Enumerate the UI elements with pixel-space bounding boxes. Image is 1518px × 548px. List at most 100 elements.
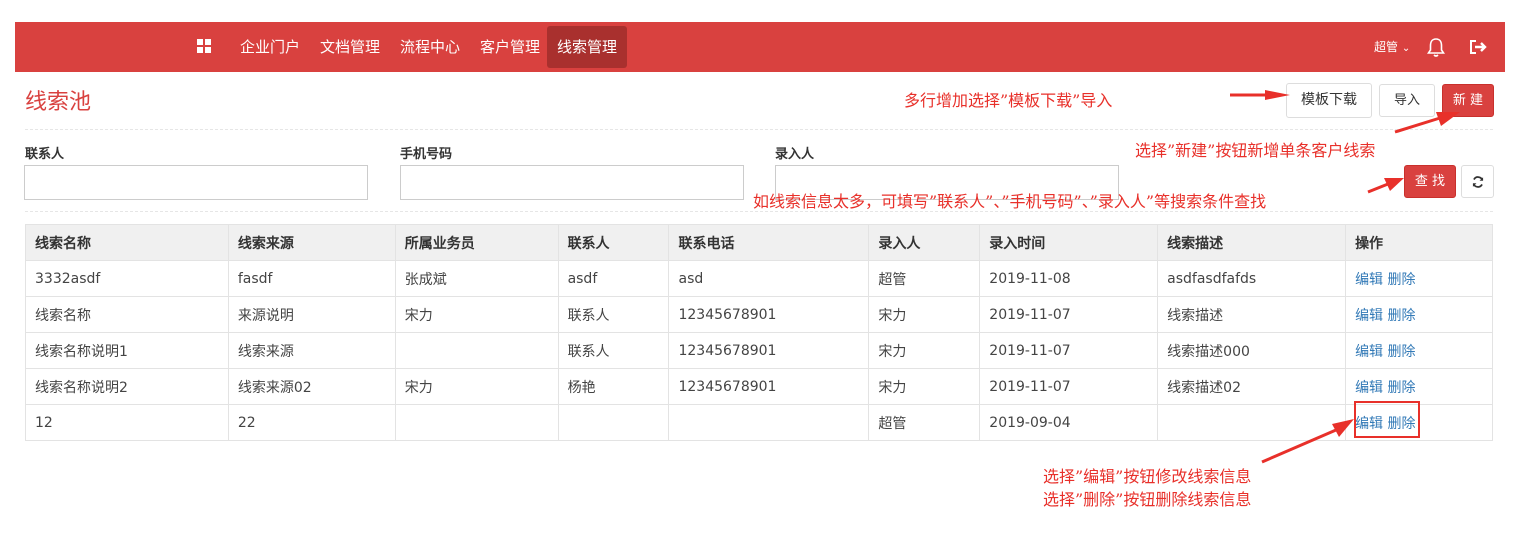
cell-description: 线索描述02 <box>1157 368 1347 405</box>
edit-link[interactable]: 编辑 <box>1355 308 1383 324</box>
cell-salesperson: 宋力 <box>394 368 559 405</box>
annotation-new: 选择”新建”按钮新增单条客户线索 <box>1135 141 1376 160</box>
cell-phone: 12345678901 <box>668 296 870 333</box>
cell-contact: 联系人 <box>557 296 670 333</box>
cell-actions: 编辑 删除 <box>1345 332 1493 369</box>
cell-source: 22 <box>227 404 396 441</box>
cell-source: fasdf <box>227 260 396 297</box>
cell-contact <box>557 404 670 441</box>
search-button[interactable]: 查 找 <box>1404 165 1456 198</box>
cell-actions: 编辑 删除 <box>1345 368 1493 405</box>
edit-link[interactable]: 编辑 <box>1355 344 1383 360</box>
creator-label: 录入人 <box>775 147 815 162</box>
highlight-box <box>1354 401 1420 438</box>
edit-link[interactable]: 编辑 <box>1355 380 1383 396</box>
grid-icon[interactable] <box>197 39 211 53</box>
nav-item-leads[interactable]: 线索管理 <box>547 26 628 68</box>
logout-icon[interactable] <box>1467 36 1489 58</box>
cell-creator: 宋力 <box>868 296 981 333</box>
nav-item-portal[interactable]: 企业门户 <box>230 26 310 68</box>
cell-salesperson <box>394 404 559 441</box>
cell-description: 线索描述000 <box>1157 332 1347 369</box>
cell-salesperson: 宋力 <box>394 296 559 333</box>
column-header[interactable]: 线索名称 <box>25 224 229 261</box>
table-row: 线索名称 来源说明 宋力 联系人 12345678901 宋力 2019-11-… <box>25 296 1493 333</box>
cell-name: 线索名称 <box>25 296 229 333</box>
column-header[interactable]: 录入人 <box>868 224 981 261</box>
nav-item-workflow[interactable]: 流程中心 <box>390 26 470 68</box>
delete-link[interactable]: 删除 <box>1388 344 1416 360</box>
cell-created-date: 2019-11-07 <box>979 296 1159 333</box>
cell-creator: 宋力 <box>868 368 981 405</box>
template-download-button[interactable]: 模板下载 <box>1286 83 1372 118</box>
nav-item-customers[interactable]: 客户管理 <box>470 26 550 68</box>
cell-contact: 联系人 <box>557 332 670 369</box>
column-header[interactable]: 所属业务员 <box>394 224 559 261</box>
cell-actions: 编辑 删除 <box>1345 260 1493 297</box>
cell-source: 来源说明 <box>227 296 396 333</box>
nav-item-documents[interactable]: 文档管理 <box>310 26 390 68</box>
cell-source: 线索来源02 <box>227 368 396 405</box>
cell-created-date: 2019-11-07 <box>979 332 1159 369</box>
arrow-head-icon <box>1384 178 1404 191</box>
column-header[interactable]: 线索来源 <box>227 224 396 261</box>
cell-contact: asdf <box>557 260 670 297</box>
contact-label: 联系人 <box>25 147 65 162</box>
cell-created-date: 2019-09-04 <box>979 404 1159 441</box>
cell-creator: 超管 <box>868 260 981 297</box>
cell-phone: 12345678901 <box>668 332 870 369</box>
cell-source: 线索来源 <box>227 332 396 369</box>
phone-label: 手机号码 <box>400 147 453 162</box>
cell-name: 3332asdf <box>25 260 229 297</box>
cell-description: asdfasdfafds <box>1157 260 1347 297</box>
delete-link[interactable]: 删除 <box>1388 272 1416 288</box>
user-name: 超管 <box>1374 40 1399 54</box>
cell-creator: 宋力 <box>868 332 981 369</box>
delete-link[interactable]: 删除 <box>1388 308 1416 324</box>
phone-input[interactable] <box>400 165 744 200</box>
annotation-edit: 选择”编辑”按钮修改线索信息 <box>1043 467 1252 486</box>
annotation-template: 多行增加选择”模板下载”导入 <box>904 91 1113 110</box>
annotation-search: 如线索信息太多，可填写”联系人”、”手机号码”、”录入人”等搜索条件查找 <box>753 192 1267 211</box>
column-header[interactable]: 联系人 <box>557 224 670 261</box>
cell-salesperson: 张成斌 <box>394 260 559 297</box>
edit-link[interactable]: 编辑 <box>1355 272 1383 288</box>
table-header-row: 线索名称 线索来源 所属业务员 联系人 联系电话 录入人 录入时间 线索描述 操… <box>25 224 1493 261</box>
contact-input[interactable] <box>24 165 368 200</box>
cell-creator: 超管 <box>868 404 981 441</box>
user-menu[interactable]: 超管 ⌄ <box>1374 22 1410 72</box>
table-row: 3332asdf fasdf 张成斌 asdf asd 超管 2019-11-0… <box>25 260 1493 297</box>
leads-table: 线索名称 线索来源 所属业务员 联系人 联系电话 录入人 录入时间 线索描述 操… <box>25 224 1493 441</box>
refresh-icon <box>1472 176 1483 188</box>
table-row: 线索名称说明2 线索来源02 宋力 杨艳 12345678901 宋力 2019… <box>25 368 1493 405</box>
cell-name: 线索名称说明2 <box>25 368 229 405</box>
divider <box>25 129 1493 130</box>
refresh-button[interactable] <box>1461 165 1494 198</box>
column-header[interactable]: 联系电话 <box>668 224 870 261</box>
top-navbar: 企业门户 文档管理 流程中心 客户管理 线索管理 超管 ⌄ <box>15 22 1505 72</box>
chevron-down-icon: ⌄ <box>1401 43 1411 54</box>
cell-created-date: 2019-11-07 <box>979 368 1159 405</box>
cell-salesperson <box>394 332 559 369</box>
page-title: 线索池 <box>25 90 92 115</box>
import-button[interactable]: 导入 <box>1379 84 1435 117</box>
cell-description <box>1157 404 1347 441</box>
cell-phone: 12345678901 <box>668 368 870 405</box>
cell-created-date: 2019-11-08 <box>979 260 1159 297</box>
new-button[interactable]: 新 建 <box>1442 84 1494 117</box>
arrow-to-search <box>1367 182 1389 194</box>
column-header[interactable]: 线索描述 <box>1157 224 1347 261</box>
column-header[interactable]: 录入时间 <box>979 224 1159 261</box>
table-row: 线索名称说明1 线索来源 联系人 12345678901 宋力 2019-11-… <box>25 332 1493 369</box>
cell-description: 线索描述 <box>1157 296 1347 333</box>
cell-phone: asd <box>668 260 870 297</box>
table-row: 12 22 超管 2019-09-04 编辑 删除 <box>25 404 1493 441</box>
bell-icon[interactable] <box>1425 36 1447 58</box>
column-header: 操作 <box>1345 224 1493 261</box>
delete-link[interactable]: 删除 <box>1388 380 1416 396</box>
cell-phone <box>668 404 870 441</box>
cell-actions: 编辑 删除 <box>1345 296 1493 333</box>
annotation-delete: 选择”删除”按钮删除线索信息 <box>1043 490 1252 509</box>
cell-contact: 杨艳 <box>557 368 670 405</box>
cell-name: 12 <box>25 404 229 441</box>
